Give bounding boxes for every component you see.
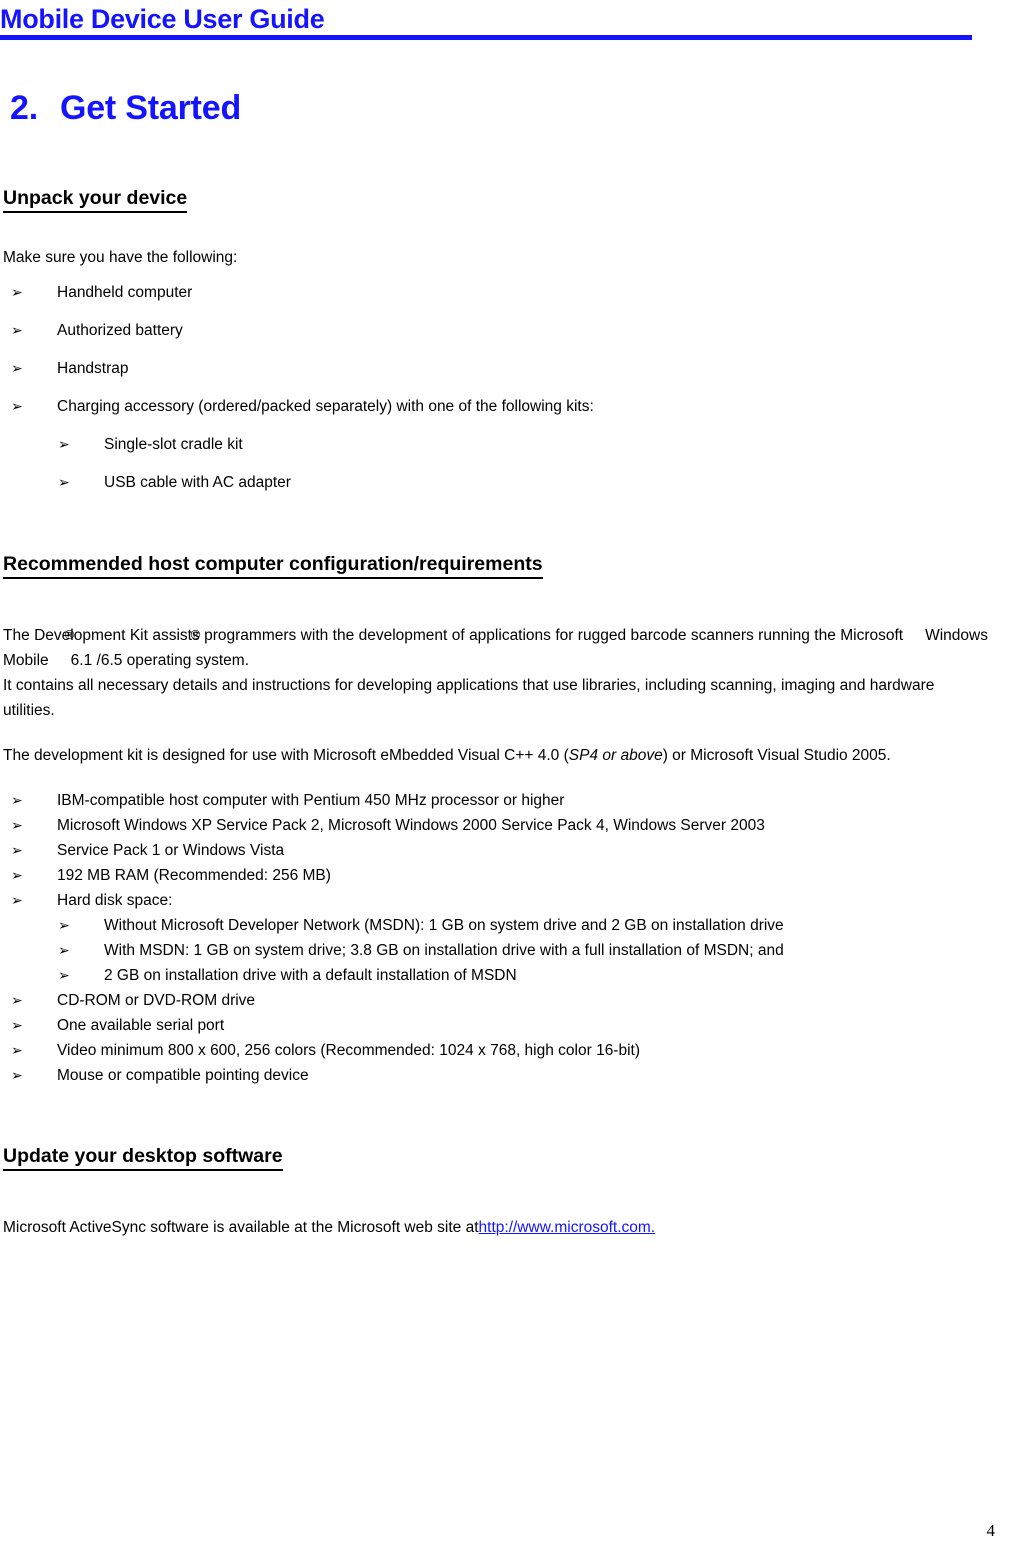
list-item-label: 2 GB on installation drive with a defaul… [104, 967, 517, 984]
section-heading-update-software: Update your desktop software [3, 1144, 283, 1171]
bullet-arrow-icon: ➢ [58, 474, 70, 490]
devkit-contains-paragraph: It contains all necessary details and in… [3, 677, 935, 719]
list-item: ➢ Single-slot cradle kit [50, 432, 988, 457]
list-item: ➢ 2 GB on installation drive with a defa… [50, 963, 988, 988]
list-item-label: Single-slot cradle kit [104, 436, 243, 453]
devkit-text-b: opment Kit assists [73, 627, 200, 644]
section-update-desktop-software: Update your desktop software Microsoft A… [3, 1144, 988, 1240]
list-item-label: Hard disk space: [57, 892, 173, 909]
list-item: ➢ USB cable with AC adapter [50, 470, 988, 495]
section-heading-recommended-host: Recommended host computer configuration/… [3, 552, 543, 579]
list-item-label: CD-ROM or DVD-ROM drive [57, 992, 256, 1009]
chapter-title: Get Started [59, 89, 242, 127]
devkit-designed-paragraph: The development kit is designed for use … [3, 743, 988, 768]
list-item-label: Handstrap [57, 360, 129, 377]
bullet-arrow-icon: ➢ [11, 1067, 23, 1083]
bullet-arrow-icon: ➢ [11, 817, 23, 833]
list-item-label: Handheld computer [57, 284, 193, 301]
bullet-arrow-icon: ➢ [11, 284, 23, 300]
requirements-list-continued: ➢ CD-ROM or DVD-ROM drive ➢ One availabl… [3, 988, 988, 1088]
bullet-arrow-icon: ➢ [11, 398, 23, 414]
list-item: ➢ Video minimum 800 x 600, 256 colors (R… [3, 1038, 988, 1063]
bullet-arrow-icon: ➢ [11, 992, 23, 1008]
list-item-label: With MSDN: 1 GB on system drive; 3.8 GB … [104, 942, 784, 959]
section-unpack-your-device: Unpack your device Make sure you have th… [3, 186, 988, 495]
header-title: Mobile Device User Guide [0, 4, 325, 34]
microsoft-website-link[interactable]: http://www.microsoft.com. [479, 1219, 656, 1236]
unpack-intro-text: Make sure you have the following: [3, 249, 238, 266]
bullet-arrow-icon: ➢ [11, 842, 23, 858]
list-item: ➢ Authorized battery [3, 318, 988, 343]
devkit-text-a: The Devel [3, 627, 74, 644]
list-item: ➢ Hard disk space: [3, 888, 988, 913]
list-item-label: Authorized battery [57, 322, 183, 339]
unpack-items-list: ➢ Handheld computer ➢ Authorized battery… [3, 280, 988, 419]
list-item: ➢ Service Pack 1 or Windows Vista [3, 838, 988, 863]
list-item-label: Charging accessory (ordered/packed separ… [57, 398, 594, 415]
disk-space-sublist: ➢ Without Microsoft Developer Network (M… [3, 913, 988, 988]
bullet-arrow-icon: ➢ [11, 1017, 23, 1033]
list-item: ➢ With MSDN: 1 GB on system drive; 3.8 G… [50, 938, 988, 963]
devkit-text-e: 6.1 /6.5 operating system. [70, 652, 250, 669]
list-item: ➢ 192 MB RAM (Recommended: 256 MB) [3, 863, 988, 888]
document-page: Mobile Device User Guide 2. Get Started U… [0, 0, 1013, 1551]
list-item-label: Microsoft Windows XP Service Pack 2, Mic… [57, 817, 765, 834]
chapter-number: 2. [10, 89, 38, 127]
bullet-arrow-icon: ➢ [11, 792, 23, 808]
designed-text-italic: SP4 or above [568, 747, 663, 764]
activesync-text: Microsoft ActiveSync software is availab… [3, 1219, 479, 1236]
bullet-arrow-icon: ➢ [11, 892, 23, 908]
list-item: ➢ CD-ROM or DVD-ROM drive [3, 988, 988, 1013]
header-rule [0, 35, 972, 40]
document-header: Mobile Device User Guide [0, 4, 972, 40]
list-item-label: One available serial port [57, 1017, 225, 1034]
section-heading-unpack: Unpack your device [3, 186, 188, 213]
bullet-arrow-icon: ➢ [58, 967, 70, 983]
devkit-paragraph: The Devel®opment Kit assists® programmer… [3, 627, 988, 669]
list-item: ➢ IBM-compatible host computer with Pent… [3, 788, 988, 813]
bullet-arrow-icon: ➢ [11, 867, 23, 883]
bullet-arrow-icon: ➢ [11, 360, 23, 376]
list-item: ➢ Without Microsoft Developer Network (M… [50, 913, 988, 938]
list-item: ➢ Charging accessory (ordered/packed sep… [3, 394, 988, 419]
bullet-arrow-icon: ➢ [58, 917, 70, 933]
page-number: 4 [986, 1521, 996, 1540]
document-content: Unpack your device Make sure you have th… [3, 186, 988, 1240]
list-item-label: Without Microsoft Developer Network (MSD… [104, 917, 784, 934]
list-item-label: Mouse or compatible pointing device [57, 1067, 309, 1084]
list-item-label: Service Pack 1 or Windows Vista [57, 842, 285, 859]
requirements-list: ➢ IBM-compatible host computer with Pent… [3, 788, 988, 913]
bullet-arrow-icon: ➢ [11, 322, 23, 338]
bullet-arrow-icon: ➢ [58, 942, 70, 958]
designed-text-b: ) or Microsoft Visual Studio 2005. [662, 747, 891, 764]
designed-text-a: The development kit is designed for use … [3, 747, 569, 764]
list-item-label: Video minimum 800 x 600, 256 colors (Rec… [57, 1042, 641, 1059]
bullet-arrow-icon: ➢ [58, 436, 70, 452]
list-item: ➢ One available serial port [3, 1013, 988, 1038]
devkit-text-c: programmers with the development of appl… [199, 627, 904, 644]
bullet-arrow-icon: ➢ [11, 1042, 23, 1058]
list-item: ➢ Handstrap [3, 356, 988, 381]
list-item-label: USB cable with AC adapter [104, 474, 291, 491]
chapter-heading: 2. Get Started [10, 88, 241, 128]
list-item-label: IBM-compatible host computer with Pentiu… [57, 792, 565, 809]
list-item: ➢ Microsoft Windows XP Service Pack 2, M… [3, 813, 988, 838]
activesync-paragraph: Microsoft ActiveSync software is availab… [3, 1215, 988, 1240]
list-item: ➢ Mouse or compatible pointing device [3, 1063, 988, 1088]
list-item: ➢ Handheld computer [3, 280, 988, 305]
section-recommended-host-configuration: Recommended host computer configuration/… [3, 552, 988, 1088]
unpack-kits-sublist: ➢ Single-slot cradle kit ➢ USB cable wit… [3, 432, 988, 495]
list-item-label: 192 MB RAM (Recommended: 256 MB) [57, 867, 331, 884]
